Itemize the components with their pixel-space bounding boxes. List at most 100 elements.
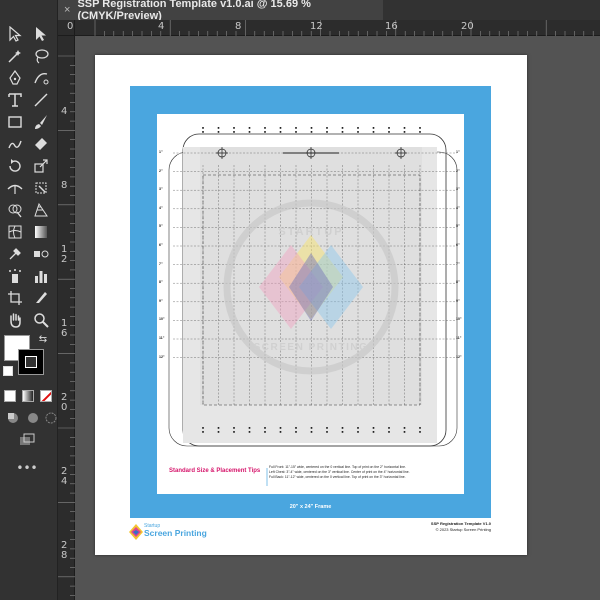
column-marker xyxy=(264,427,266,429)
column-marker xyxy=(279,427,282,429)
column-marker xyxy=(295,131,297,133)
color-mode-icon[interactable] xyxy=(4,390,16,402)
brand-logo: Startup Screen Printing xyxy=(129,523,219,541)
eraser-tool-icon[interactable] xyxy=(30,134,52,154)
lasso-tool-icon[interactable] xyxy=(30,46,52,66)
ruler-label: 8 xyxy=(235,21,242,32)
column-marker xyxy=(264,127,266,129)
ruler-label: 20 xyxy=(461,21,474,32)
artboard[interactable]: STARTUP SCREEN PRINTING 1" 2" 3" 4" 5" 6" 7" 8"… xyxy=(95,55,527,555)
column-marker xyxy=(310,127,313,129)
draw-normal-icon[interactable] xyxy=(2,408,24,428)
copyright: © 2023 Startup Screen Printing xyxy=(435,527,491,532)
column-marker xyxy=(233,127,235,129)
row-label-right: 2" xyxy=(456,168,460,173)
scale-tool-icon[interactable] xyxy=(30,156,52,176)
column-marker xyxy=(233,431,235,433)
column-marker xyxy=(388,427,390,429)
column-marker xyxy=(310,131,313,133)
row-label-left: 2" xyxy=(159,168,163,173)
column-marker xyxy=(357,427,359,429)
column-marker xyxy=(388,131,390,133)
column-marker xyxy=(202,127,204,129)
shaper-tool-icon[interactable] xyxy=(4,134,26,154)
ruler-label: 6 xyxy=(61,328,68,339)
hand-tool-icon[interactable] xyxy=(4,310,26,330)
row-label-right: 1" xyxy=(456,150,460,154)
template-credits: SSP Registration Template V1.0 © 2023 St… xyxy=(431,521,491,533)
column-marker xyxy=(419,131,421,133)
watermark-top: STARTUP xyxy=(278,226,343,238)
column-marker xyxy=(264,431,266,433)
direct-selection-tool-icon[interactable] xyxy=(30,24,52,44)
width-tool-icon[interactable] xyxy=(4,178,26,198)
column-marker xyxy=(357,431,359,433)
ruler-label: 8 xyxy=(61,180,68,191)
close-tab-icon[interactable]: × xyxy=(64,4,70,16)
zoom-tool-icon[interactable] xyxy=(30,310,52,330)
none-mode-icon[interactable] xyxy=(40,390,52,402)
row-label-left: 9" xyxy=(159,298,163,303)
row-label-left: 4" xyxy=(159,205,163,210)
edit-toolbar-icon[interactable]: ••• xyxy=(16,458,38,478)
tips-lines: Full Front: 11"-15" wide, centered on th… xyxy=(269,465,410,480)
vertical-ruler[interactable]: 4 8 1 2 1 6 2 0 2 4 2 8 xyxy=(58,36,75,600)
document-tab[interactable]: × SSP Registration Template v1.0.ai @ 15… xyxy=(58,0,383,22)
free-transform-tool-icon[interactable] xyxy=(30,178,52,198)
column-markers-top xyxy=(202,127,421,133)
row-label-left: 7" xyxy=(159,261,163,266)
column-marker xyxy=(217,427,220,429)
horizontal-ruler[interactable]: 0 4 8 12 16 20 xyxy=(67,20,600,36)
column-marker xyxy=(372,131,375,133)
column-marker xyxy=(279,431,282,433)
artboard-tool-icon[interactable] xyxy=(4,288,26,308)
column-marker xyxy=(388,127,390,129)
line-segment-tool-icon[interactable] xyxy=(30,90,52,110)
column-graph-tool-icon[interactable] xyxy=(30,266,52,286)
perspective-grid-tool-icon[interactable] xyxy=(30,200,52,220)
slice-tool-icon[interactable] xyxy=(30,288,52,308)
logo-mark-icon xyxy=(129,524,143,540)
column-marker xyxy=(202,131,204,133)
shape-builder-tool-icon[interactable] xyxy=(4,200,26,220)
column-marker xyxy=(419,431,421,433)
row-label-left: 5" xyxy=(159,224,163,229)
selection-tool-icon[interactable] xyxy=(4,24,26,44)
watermark-bottom: SCREEN PRINTING xyxy=(254,342,369,353)
document-tab-title: SSP Registration Template v1.0.ai @ 15.6… xyxy=(77,0,311,22)
column-marker xyxy=(341,431,344,433)
type-tool-icon[interactable] xyxy=(4,90,26,110)
gradient-tool-icon[interactable] xyxy=(30,222,52,242)
column-marker xyxy=(202,427,204,429)
pen-tool-icon[interactable] xyxy=(4,68,26,88)
column-marker xyxy=(419,427,421,429)
column-marker xyxy=(372,431,375,433)
screen-mode-icon[interactable] xyxy=(16,430,38,450)
symbol-sprayer-tool-icon[interactable] xyxy=(4,266,26,286)
rotate-tool-icon[interactable] xyxy=(4,156,26,176)
swap-fill-stroke-icon[interactable]: ⇆ xyxy=(36,333,50,347)
stroke-swatch[interactable] xyxy=(18,349,44,375)
curvature-tool-icon[interactable] xyxy=(30,68,52,88)
column-marker xyxy=(403,131,406,133)
mesh-tool-icon[interactable] xyxy=(4,222,26,242)
magic-wand-tool-icon[interactable] xyxy=(4,46,26,66)
row-label-right: 7" xyxy=(456,261,460,266)
eyedropper-tool-icon[interactable] xyxy=(4,244,26,264)
placement-tips: Standard Size & Placement Tips Full Fron… xyxy=(157,462,464,494)
column-marker xyxy=(264,131,266,133)
row-label-right: 3" xyxy=(456,187,460,192)
paintbrush-tool-icon[interactable] xyxy=(30,112,52,132)
column-marker xyxy=(419,127,421,129)
column-marker xyxy=(372,127,375,129)
gradient-mode-icon[interactable] xyxy=(22,390,34,402)
column-marker xyxy=(202,431,204,433)
blend-tool-icon[interactable] xyxy=(30,244,52,264)
row-label-left: 8" xyxy=(159,280,163,285)
column-marker xyxy=(388,431,390,433)
column-marker xyxy=(357,131,359,133)
default-fill-stroke-icon[interactable] xyxy=(3,366,13,376)
column-marker xyxy=(248,127,251,129)
row-label-left: 6" xyxy=(159,243,163,247)
rectangle-tool-icon[interactable] xyxy=(4,112,26,132)
